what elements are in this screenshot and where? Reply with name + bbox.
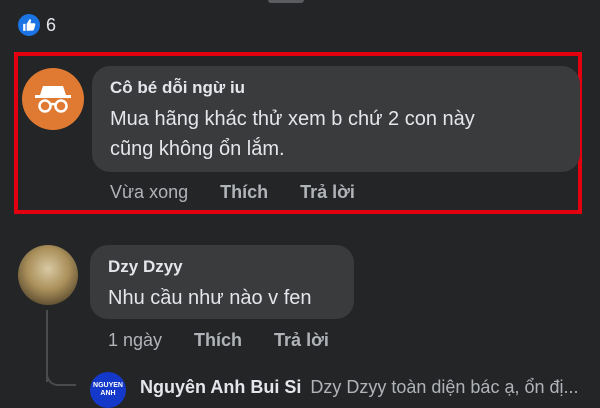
thumbs-up-icon	[18, 14, 40, 36]
comment-text: Mua hãng khác thử xem b chứ 2 con này cũ…	[110, 108, 475, 160]
reply-preview[interactable]: Nguyên Anh Bui Si Dzy Dzyy toàn diện bác…	[140, 377, 579, 398]
top-edge-bar	[268, 0, 304, 3]
avatar[interactable]: NGUYEN ANH	[90, 372, 126, 408]
incognito-icon	[35, 86, 71, 113]
reply-text: Dzy Dzyy toàn diện bác ạ, ổn đị...	[310, 377, 579, 397]
comment-text: Nhu cầu như nào v fen	[108, 287, 312, 309]
reaction-summary[interactable]: 6	[18, 14, 56, 36]
comment-actions: 1 ngày Thích Trả lời	[108, 330, 361, 351]
comment-time[interactable]: Vừa xong	[110, 182, 188, 203]
comment-author[interactable]: Cô bé dỗi ngừ iu	[110, 78, 562, 98]
comment-time[interactable]: 1 ngày	[108, 330, 162, 351]
reply-author[interactable]: Nguyên Anh Bui Si	[140, 377, 301, 397]
comment-bubble: Dzy Dzyy Nhu cầu như nào v fen	[90, 245, 354, 319]
comment-bubble: Cô bé dỗi ngừ iu Mua hãng khác thử xem b…	[92, 66, 580, 172]
avatar[interactable]	[18, 245, 78, 305]
avatar[interactable]	[22, 68, 84, 130]
reply-button[interactable]: Trả lời	[274, 330, 329, 351]
like-button[interactable]: Thích	[194, 330, 242, 351]
like-button[interactable]: Thích	[220, 182, 268, 203]
avatar-label: NGUYEN ANH	[93, 382, 123, 397]
comment-author[interactable]: Dzy Dzyy	[108, 257, 336, 277]
reaction-count: 6	[46, 14, 57, 35]
thread-connector	[46, 366, 76, 386]
reply-button[interactable]: Trả lời	[300, 182, 355, 203]
comment-actions: Vừa xong Thích Trả lời	[110, 182, 387, 203]
